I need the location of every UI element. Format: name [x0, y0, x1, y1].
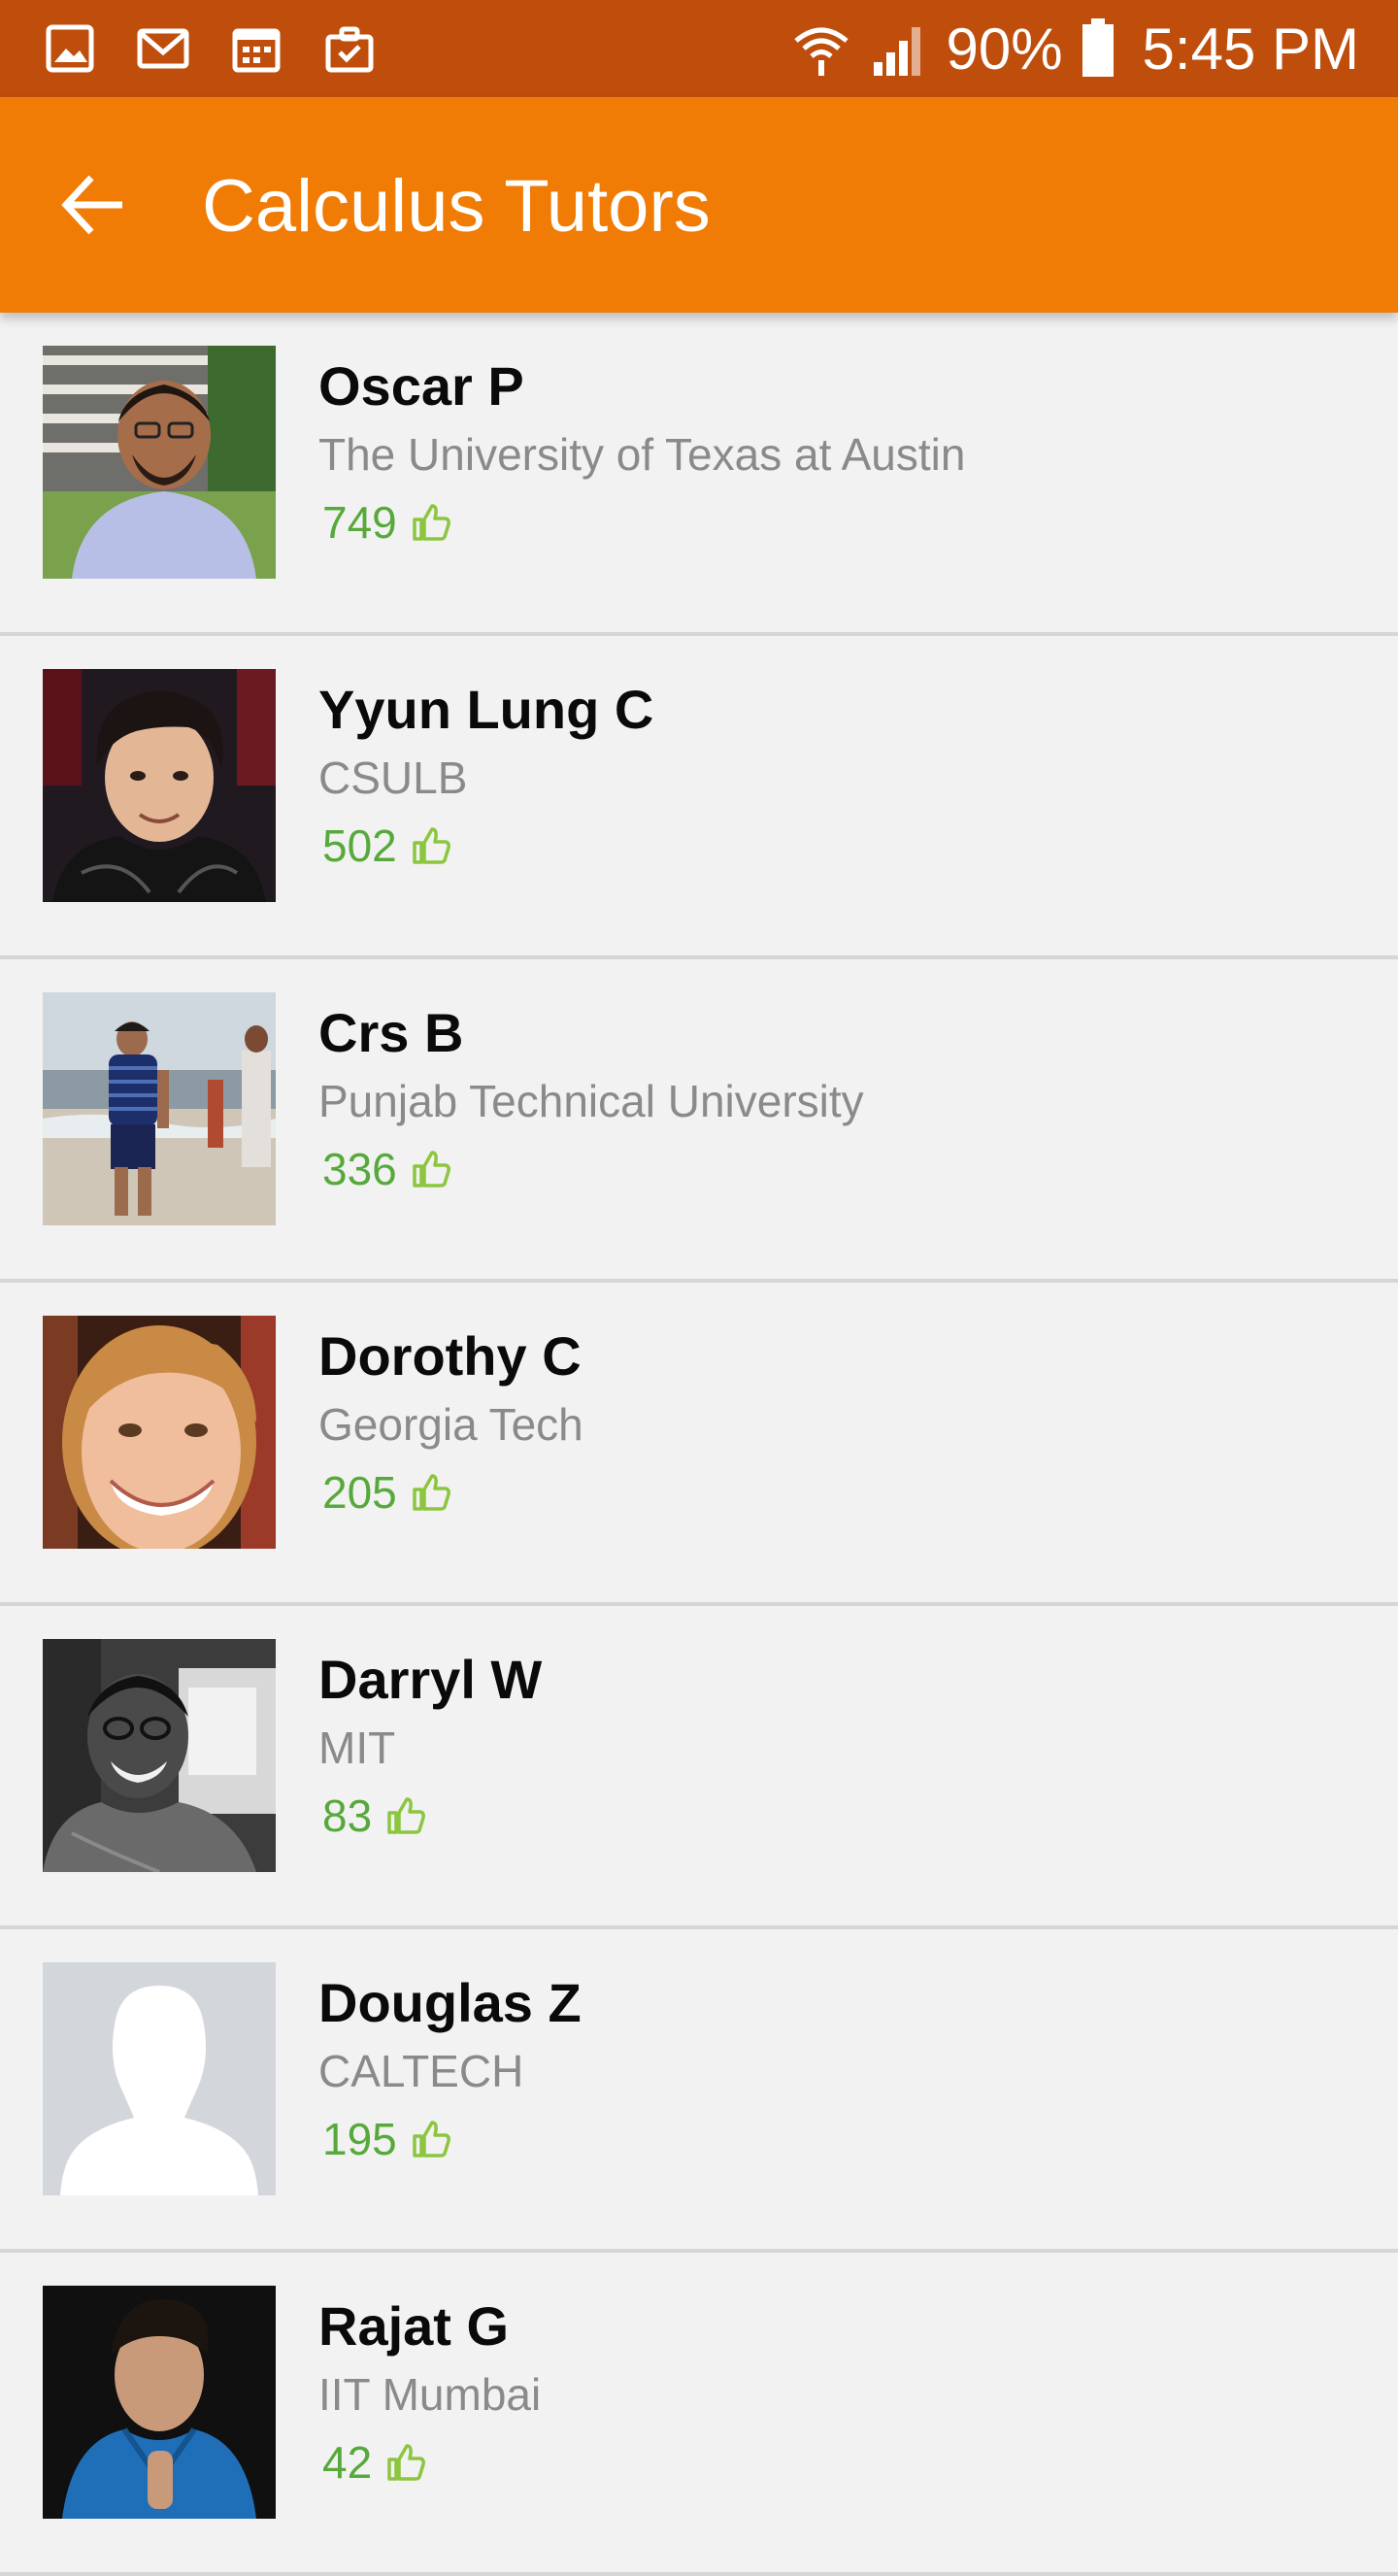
wifi-icon: [794, 27, 849, 76]
arrow-back-icon: [61, 175, 122, 235]
avatar: [43, 1316, 276, 1549]
avatar: [43, 2286, 276, 2519]
likes-value: 42: [322, 2437, 373, 2488]
thumbs-up-icon: [413, 1474, 450, 1511]
tutor-row[interactable]: Oscar P The University of Texas at Austi…: [0, 313, 1398, 636]
tutor-list: Oscar P The University of Texas at Austi…: [0, 313, 1398, 2576]
tutor-school: Punjab Technical University: [318, 1076, 864, 1126]
avatar: [43, 1639, 276, 1872]
avatar: [43, 992, 276, 1225]
tutor-school: IIT Mumbai: [318, 2369, 542, 2420]
notification-icons: [43, 21, 377, 76]
thumbs-up-icon: [413, 2121, 450, 2158]
likes-value: 205: [322, 1467, 397, 1518]
tutor-name: Crs B: [318, 1002, 464, 1063]
calendar-icon: [232, 28, 281, 73]
thumbs-up-icon: [387, 1797, 426, 1834]
tutor-row[interactable]: Rajat G IIT Mumbai 42: [0, 2253, 1398, 2576]
tutor-school: CALTECH: [318, 2046, 524, 2096]
clock: 5:45 PM: [1142, 16, 1359, 82]
avatar-placeholder: [43, 1962, 276, 2195]
gmail-icon: [137, 28, 189, 69]
thumbs-up-icon: [413, 827, 450, 864]
likes-count: 83: [322, 1787, 426, 1845]
thumbs-up-icon: [387, 2444, 426, 2481]
likes-count: 336: [322, 1140, 451, 1198]
briefcase-icon: [325, 26, 374, 73]
tutor-school: The University of Texas at Austin: [318, 429, 966, 480]
gallery-icon: [46, 24, 94, 73]
battery-percent: 90%: [946, 16, 1063, 82]
status-bar: 90% 5:45 PM: [0, 0, 1398, 97]
tutor-row[interactable]: Yyun Lung C CSULB 502: [0, 636, 1398, 959]
back-button[interactable]: [50, 162, 136, 248]
likes-count: 195: [322, 2110, 451, 2168]
likes-value: 336: [322, 1144, 397, 1194]
tutor-name: Darryl W: [318, 1649, 543, 1710]
tutor-row[interactable]: Crs B Punjab Technical University 336: [0, 959, 1398, 1283]
tutor-school: MIT: [318, 1723, 396, 1773]
tutor-name: Oscar P: [318, 355, 524, 417]
page-title: Calculus Tutors: [202, 165, 711, 248]
likes-count: 502: [322, 817, 451, 875]
tutor-row[interactable]: Darryl W MIT 83: [0, 1606, 1398, 1929]
avatar: [43, 669, 276, 902]
avatar: [43, 346, 276, 579]
tutor-name: Rajat G: [318, 2295, 510, 2357]
system-status: 90% 5:45 PM: [790, 14, 1359, 84]
thumbs-up-icon: [413, 504, 450, 541]
battery-icon: [1082, 18, 1114, 77]
tutor-name: Yyun Lung C: [318, 679, 654, 740]
tutor-school: CSULB: [318, 753, 468, 803]
tutor-row[interactable]: Dorothy C Georgia Tech 205: [0, 1283, 1398, 1606]
tutor-name: Dorothy C: [318, 1325, 582, 1387]
likes-count: 749: [322, 493, 451, 552]
likes-value: 195: [322, 2114, 397, 2164]
likes-count: 205: [322, 1463, 451, 1522]
likes-count: 42: [322, 2433, 426, 2492]
likes-value: 502: [322, 820, 397, 871]
tutor-name: Douglas Z: [318, 1972, 582, 2033]
tutor-school: Georgia Tech: [318, 1399, 583, 1450]
thumbs-up-icon: [413, 1151, 450, 1188]
likes-value: 749: [322, 497, 397, 548]
app-bar: Calculus Tutors: [0, 97, 1398, 313]
likes-value: 83: [322, 1790, 373, 1841]
signal-icon: [874, 27, 921, 76]
tutor-row[interactable]: Douglas Z CALTECH 195: [0, 1929, 1398, 2253]
